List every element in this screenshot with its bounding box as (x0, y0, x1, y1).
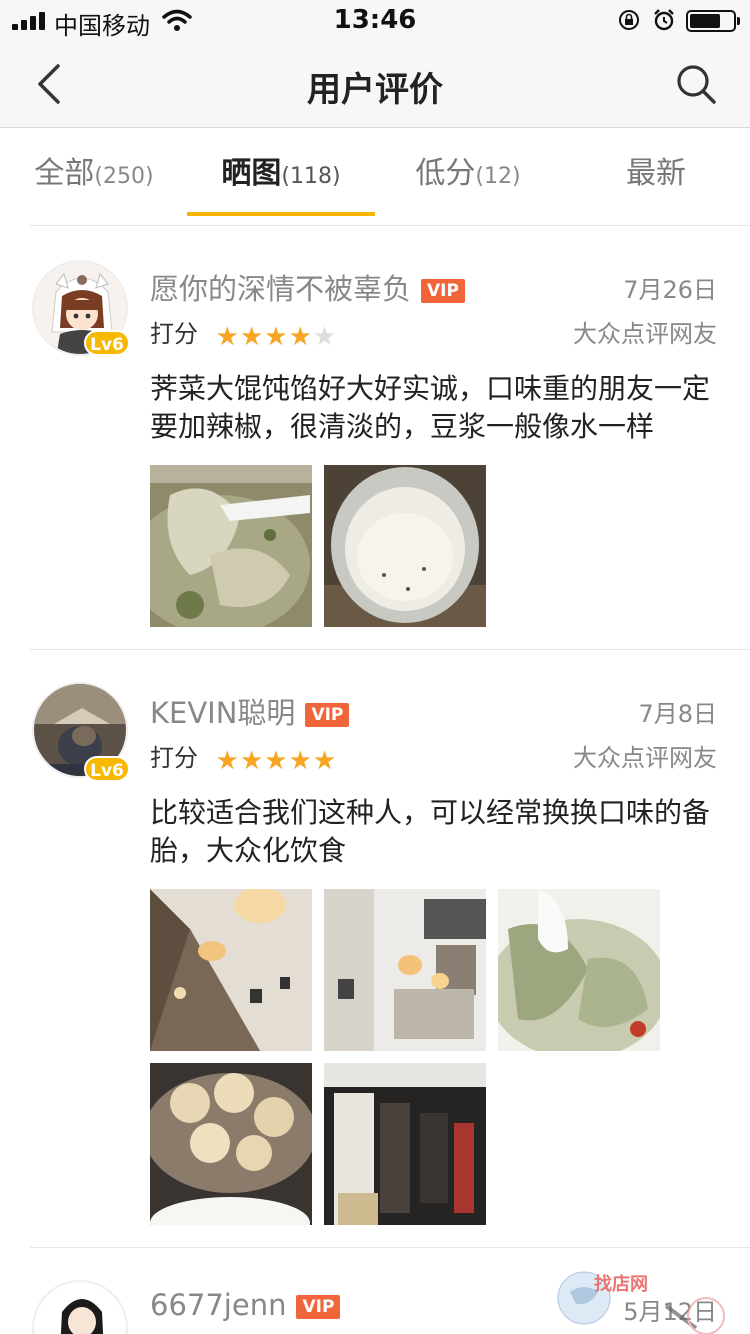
watermark-logo: 找店网 (556, 1262, 726, 1334)
soy-milk-cup-photo[interactable] (324, 465, 486, 627)
score-row: 打分 ★★★★★ (150, 738, 337, 776)
reviewer-name[interactable]: 6677jenn VIP (150, 1288, 341, 1322)
tab-count: (12) (475, 164, 521, 189)
star-filled-icon: ★ (264, 746, 289, 776)
page-title: 用户评价 (307, 70, 443, 110)
active-tab-indicator (187, 212, 375, 216)
score-row: 打分 ★★★★★ (150, 314, 337, 352)
tab-label: 低分 (415, 156, 476, 191)
review-item[interactable]: Lv6 愿你的深情不被辜负 VIP 7月26日 打分 ★★★★★ 大众点评网友 荠… (0, 226, 750, 650)
search-icon[interactable] (674, 62, 718, 106)
steamed-shumai-photo[interactable] (150, 1063, 312, 1225)
filter-tabs: 全部(250) 晒图(118) 低分(12) 最新 (0, 128, 750, 226)
reviewer-name-text: KEVIN聪明 (150, 696, 296, 730)
nav-bar: 用户评价 (0, 40, 750, 128)
reviewer-name[interactable]: KEVIN聪明 VIP (150, 690, 350, 732)
star-filled-icon: ★ (288, 746, 313, 776)
orientation-lock-icon (619, 10, 639, 30)
wonton-spoon-photo[interactable] (498, 889, 660, 1051)
star-rating: ★★★★★ (216, 746, 338, 776)
review-date: 7月8日 (638, 700, 717, 728)
user-type: 大众点评网友 (573, 744, 717, 772)
wonton-soup-photo[interactable] (150, 465, 312, 627)
vip-badge: VIP (296, 1295, 341, 1319)
star-filled-icon: ★ (239, 322, 265, 352)
star-filled-icon: ★ (312, 746, 338, 776)
restaurant-interior-photo[interactable] (150, 889, 312, 1051)
tab-count: (250) (94, 164, 154, 189)
status-bar: 中国移动 13:46 (0, 0, 750, 40)
user-type: 大众点评网友 (573, 320, 717, 348)
watermark-text: 找店网 (594, 1273, 648, 1294)
tab-low-score[interactable]: 低分(12) (374, 128, 562, 226)
alarm-icon (654, 9, 674, 31)
tab-all[interactable]: 全部(250) (0, 128, 188, 226)
battery-icon (686, 10, 740, 32)
review-text[interactable]: 比较适合我们这种人，可以经常换换口味的备胎，大众化饮食 (150, 794, 710, 870)
tab-label: 全部 (34, 156, 95, 191)
star-filled-icon: ★ (239, 746, 265, 776)
restaurant-wall-photo[interactable] (324, 889, 486, 1051)
avatar[interactable] (32, 1280, 128, 1334)
vip-badge: VIP (305, 703, 350, 727)
tab-count: (118) (281, 164, 341, 189)
star-filled-icon: ★ (288, 322, 313, 352)
level-badge: Lv6 (84, 756, 130, 782)
reviewer-name-text: 6677jenn (150, 1288, 287, 1322)
tab-label: 晒图 (221, 156, 282, 191)
star-filled-icon: ★ (215, 746, 240, 776)
score-label: 打分 (150, 744, 198, 772)
reviewer-name[interactable]: 愿你的深情不被辜负 VIP (150, 266, 465, 308)
tab-label: 最新 (626, 156, 686, 191)
star-rating: ★★★★★ (216, 322, 338, 352)
vip-badge: VIP (421, 279, 465, 303)
review-text[interactable]: 荠菜大馄饨馅好大好实诚，口味重的朋友一定要加辣椒，很清淡的，豆浆一般像水一样 (150, 370, 710, 446)
score-label: 打分 (150, 320, 198, 348)
reviewer-name-text: 愿你的深情不被辜负 (150, 272, 412, 306)
review-date: 7月26日 (623, 276, 717, 304)
tab-latest[interactable]: 最新 (562, 128, 750, 226)
star-empty-icon: ★ (312, 322, 338, 352)
star-filled-icon: ★ (215, 322, 240, 352)
restaurant-entrance-photo[interactable] (324, 1063, 486, 1225)
star-filled-icon: ★ (264, 322, 289, 352)
review-item[interactable]: Lv6 KEVIN聪明 VIP 7月8日 打分 ★★★★★ 大众点评网友 比较适合… (0, 650, 750, 1248)
level-badge: Lv6 (84, 330, 130, 356)
